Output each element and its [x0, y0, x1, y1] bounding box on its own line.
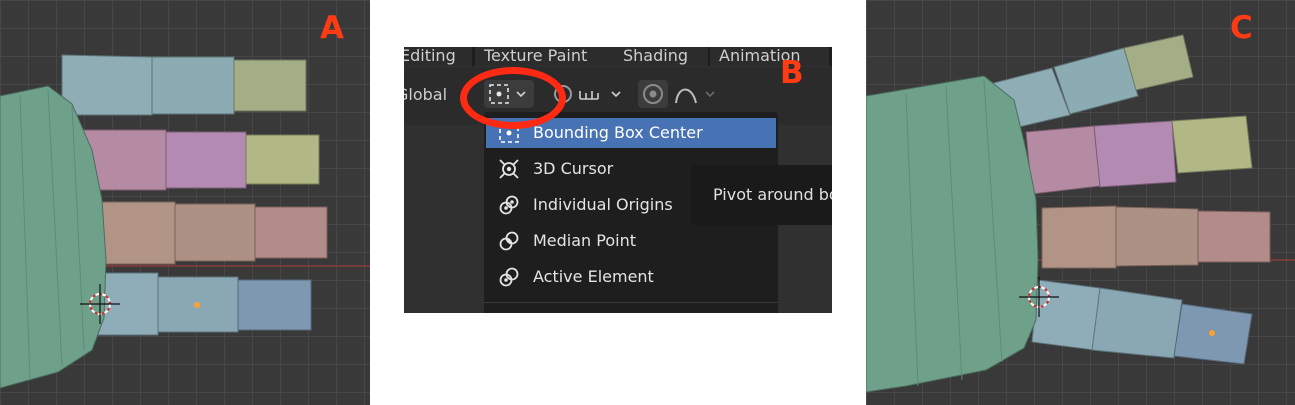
- viewport-panel-c[interactable]: C: [866, 0, 1295, 405]
- tab-animation[interactable]: Animation: [710, 47, 829, 66]
- menu-item-active-element[interactable]: Active Element: [486, 262, 776, 292]
- panel-label-a: A: [320, 10, 344, 46]
- hand-model-c: [866, 34, 1295, 393]
- panel-label-b: B: [780, 55, 804, 91]
- menu-divider: [484, 302, 778, 303]
- tab-editing[interactable]: Editing: [404, 47, 472, 66]
- proportional-edit-icon: [643, 84, 663, 104]
- hand-model-a: [0, 54, 370, 389]
- individual-origins-icon: [499, 195, 519, 215]
- workspace-tabs: Editing Texture Paint Shading Animation: [404, 47, 832, 66]
- median-point-icon: [499, 231, 519, 251]
- pivot-tooltip: Pivot around bounding box center: [691, 165, 832, 225]
- panel-label-c: C: [1230, 10, 1253, 46]
- proportional-edit-button[interactable]: [638, 80, 668, 108]
- tab-texture-paint[interactable]: Texture Paint: [475, 47, 616, 66]
- menu-item-median-point[interactable]: Median Point: [486, 226, 776, 256]
- viewport-panel-a[interactable]: A: [0, 0, 370, 405]
- 3d-cursor-icon: [499, 159, 519, 179]
- highlight-circle: [460, 67, 566, 129]
- transform-orientation-dropdown[interactable]: Global: [404, 85, 447, 104]
- tab-shading[interactable]: Shading: [614, 47, 708, 66]
- pivot-point-panel: Editing Texture Paint Shading Animation …: [404, 47, 832, 313]
- active-element-icon: [499, 267, 519, 287]
- falloff-curve-icon[interactable]: [672, 81, 722, 107]
